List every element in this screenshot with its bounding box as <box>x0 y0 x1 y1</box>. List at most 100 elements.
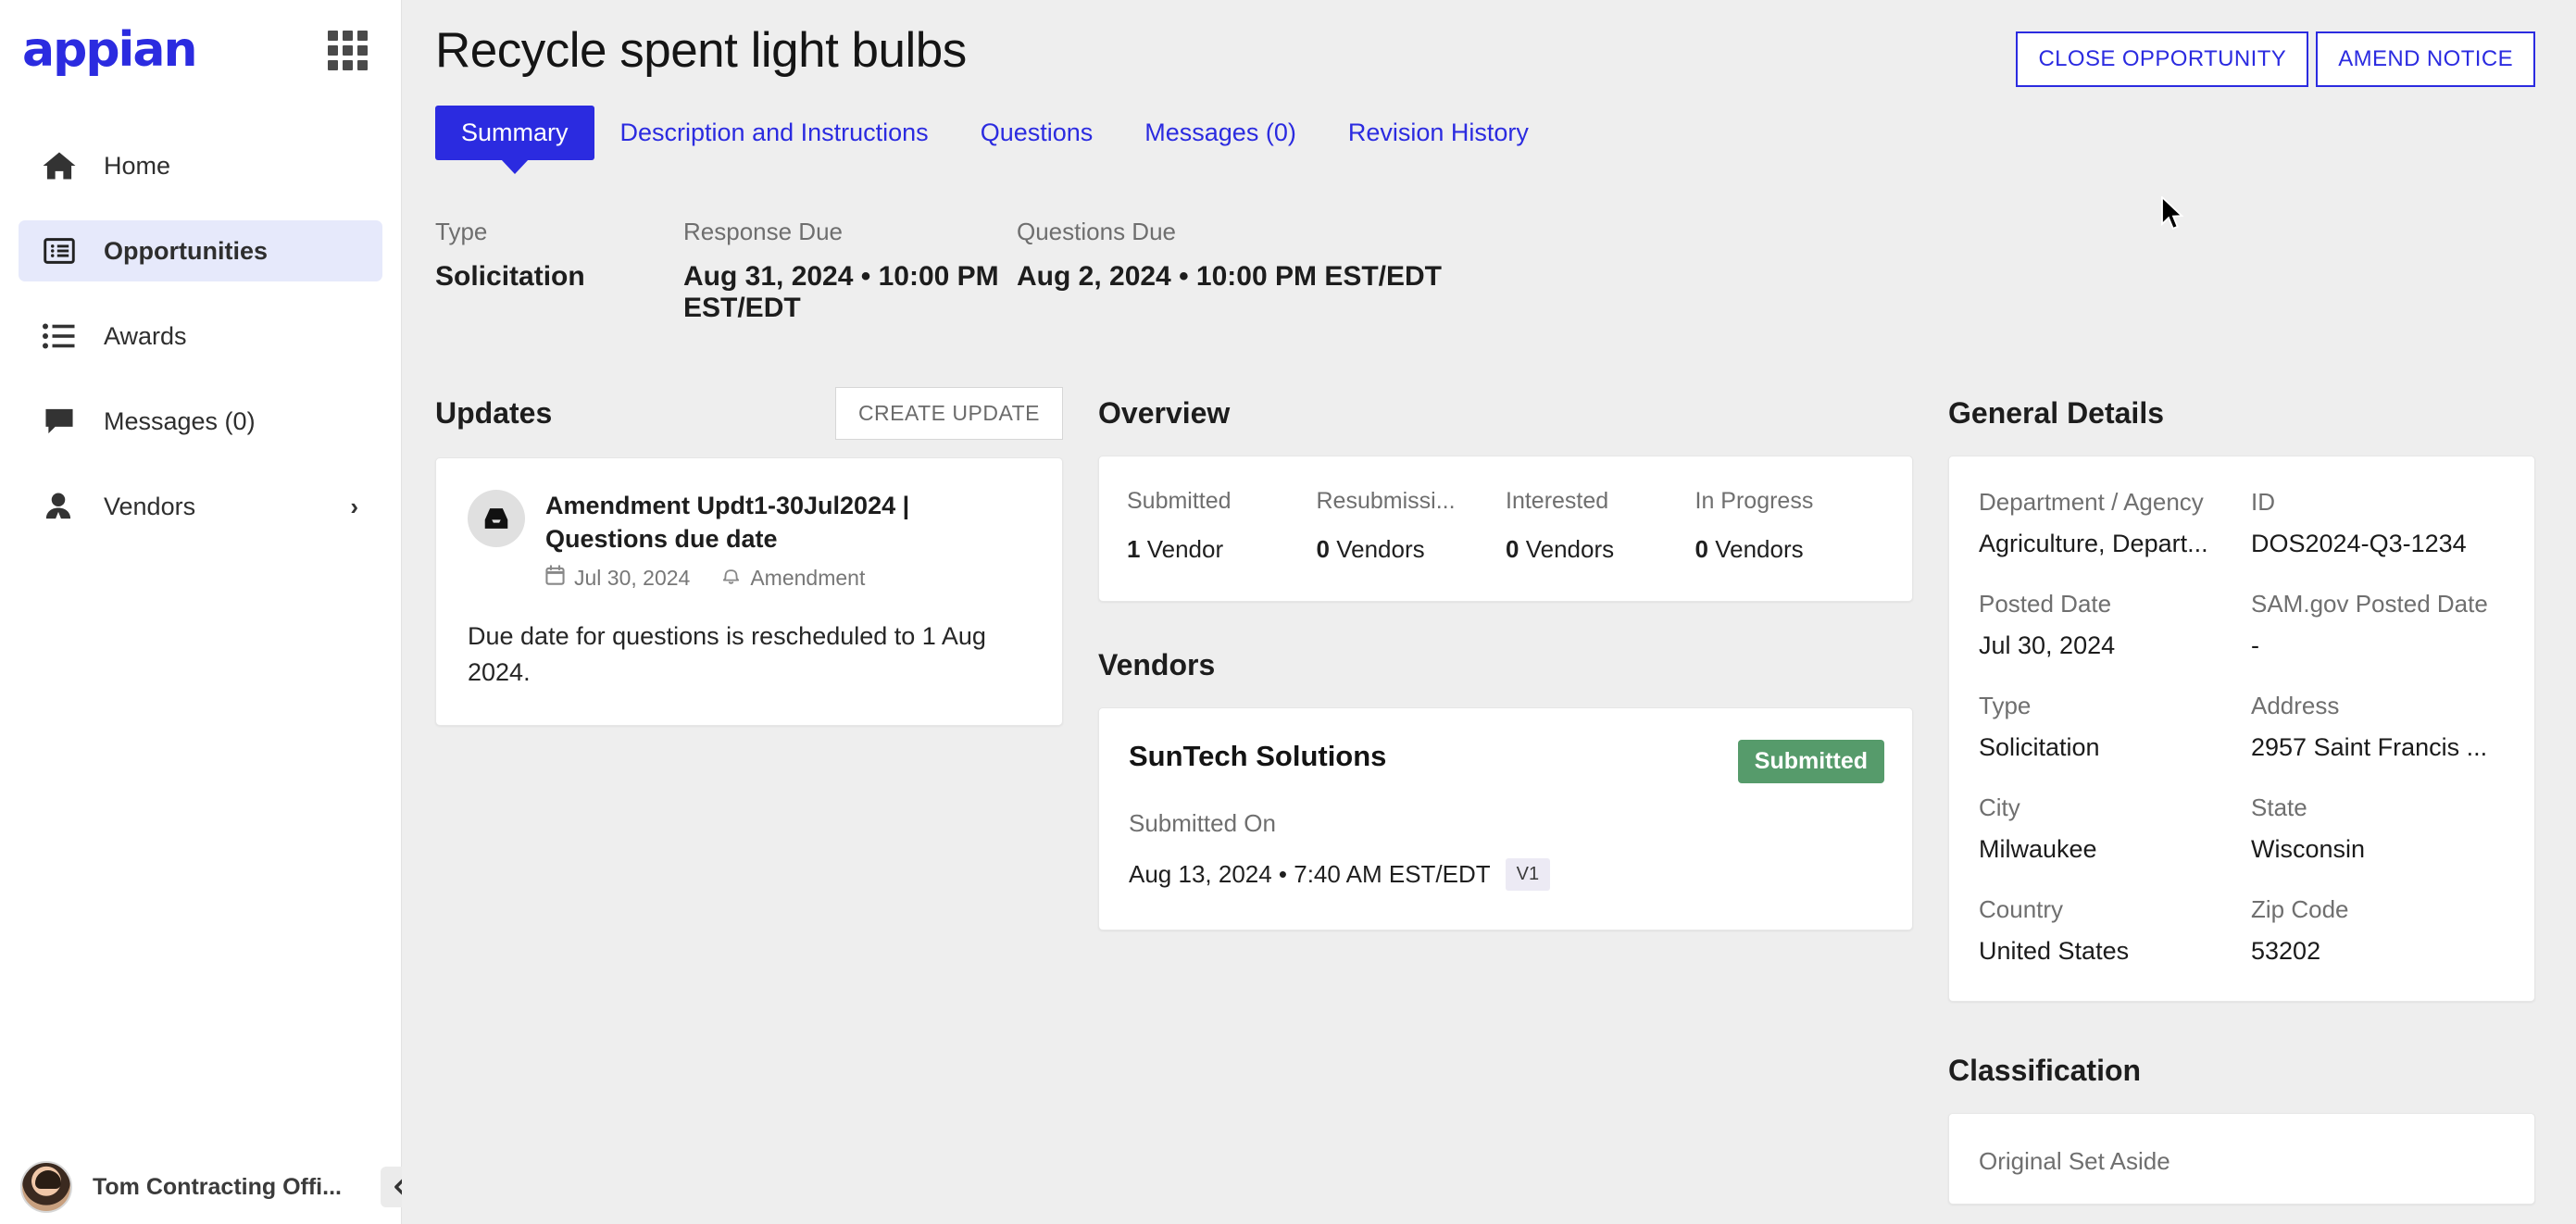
submitted-on-row: Aug 13, 2024 • 7:40 AM EST/EDT V1 <box>1129 858 1884 891</box>
field-value: - <box>2251 631 2259 659</box>
update-title: Amendment Updt1-30Jul2024 | Questions du… <box>545 492 910 553</box>
sidebar-nav: Home Opportunities Awards Messages (0) V… <box>0 135 401 537</box>
main-content: Recycle spent light bulbs CLOSE OPPORTUN… <box>402 0 2576 1224</box>
page-header: Recycle spent light bulbs CLOSE OPPORTUN… <box>435 0 2535 87</box>
overview-stat-value: 0 Vendors <box>1695 535 1874 564</box>
tab-messages[interactable]: Messages (0) <box>1119 106 1322 160</box>
home-icon <box>43 150 80 181</box>
update-card[interactable]: Amendment Updt1-30Jul2024 | Questions du… <box>435 457 1063 726</box>
general-details-grid: Department / Agency ID Agriculture, Depa… <box>1979 488 2507 966</box>
general-details-title: General Details <box>1948 395 2164 430</box>
updates-title: Updates <box>435 395 553 430</box>
update-meta: Jul 30, 2024 Amendment <box>545 565 1025 591</box>
overview-card: Submitted 1 Vendor Resubmissi... 0 Vendo… <box>1098 456 1913 602</box>
sidebar-header: appian <box>0 0 401 100</box>
summary-columns: Updates CREATE UPDATE Amendment Updt1-30… <box>435 386 2535 1205</box>
general-details-card: Department / Agency ID Agriculture, Depa… <box>1948 456 2535 1002</box>
bullet-list-icon <box>43 320 80 352</box>
overview-stat-label: Submitted <box>1127 488 1232 514</box>
create-update-button[interactable]: CREATE UPDATE <box>834 386 1063 440</box>
tab-questions[interactable]: Questions <box>955 106 1119 160</box>
meta-label: Type <box>435 218 488 245</box>
vendor-card-top: SunTech Solutions Submitted <box>1129 740 1884 783</box>
field-label: Posted Date <box>1979 590 2112 618</box>
update-type: Amendment <box>750 565 866 590</box>
field-label: Zip Code <box>2251 895 2349 923</box>
right-column: General Details Department / Agency ID A… <box>1913 387 2535 1205</box>
tab-description-and-instructions[interactable]: Description and Instructions <box>594 106 955 160</box>
overview-stat-count: 0 <box>1316 535 1330 563</box>
update-body: Due date for questions is rescheduled to… <box>468 622 986 686</box>
close-opportunity-button[interactable]: CLOSE OPPORTUNITY <box>2016 31 2309 87</box>
sidebar-item-label: Messages (0) <box>104 406 256 435</box>
avatar <box>20 1161 72 1213</box>
inbox-tray-icon <box>468 490 525 547</box>
user-tie-icon <box>43 491 80 522</box>
update-date: Jul 30, 2024 <box>574 565 691 590</box>
appian-logo[interactable]: appian <box>22 26 197 74</box>
updates-header: Updates CREATE UPDATE <box>435 386 1063 440</box>
field-label: Department / Agency <box>1979 488 2204 516</box>
overview-stat-value: 0 Vendors <box>1506 535 1684 564</box>
field-label: Type <box>1979 692 2032 719</box>
field-value: United States <box>1979 937 2130 965</box>
bell-icon <box>721 565 741 591</box>
sidebar-item-messages[interactable]: Messages (0) <box>19 391 382 452</box>
field-label: ID <box>2251 488 2275 516</box>
meta-questions-due: Questions Due Aug 2, 2024 • 10:00 PM EST… <box>1017 218 1442 324</box>
field-label: State <box>2251 793 2307 821</box>
amend-notice-button[interactable]: AMEND NOTICE <box>2316 31 2535 87</box>
overview-stat-unit: Vendors <box>1525 535 1615 563</box>
app-root: appian Home Opportunities Awards Message… <box>0 0 2576 1224</box>
overview-title: Overview <box>1098 395 1231 430</box>
vendors-title: Vendors <box>1098 647 1216 681</box>
overview-stat-value: 1 Vendor <box>1127 535 1306 564</box>
meta-type: Type Solicitation <box>435 218 683 324</box>
original-set-aside-label: Original Set Aside <box>1979 1147 2170 1175</box>
chat-bubble-icon <box>43 406 80 437</box>
field-label: SAM.gov Posted Date <box>2251 590 2488 618</box>
chevron-right-icon[interactable]: › <box>350 493 358 521</box>
tab-revision-history[interactable]: Revision History <box>1322 106 1555 160</box>
overview-stat-label: In Progress <box>1694 488 1814 514</box>
overview-stat: Resubmissi... 0 Vendors <box>1317 488 1507 564</box>
field-value: 2957 Saint Francis ... <box>2251 733 2488 761</box>
classification-header: Classification <box>1948 1044 2535 1096</box>
overview-stat-unit: Vendors <box>1715 535 1804 563</box>
field-value: Agriculture, Depart... <box>1979 530 2208 557</box>
field-label: Country <box>1979 895 2064 923</box>
submitted-on-label: Submitted On <box>1129 809 1276 837</box>
overview-stat: Submitted 1 Vendor <box>1127 488 1317 564</box>
overview-stat: In Progress 0 Vendors <box>1695 488 1885 564</box>
classification-title: Classification <box>1948 1053 2142 1087</box>
overview-stat: Interested 0 Vendors <box>1506 488 1695 564</box>
overview-stat-label: Resubmissi... <box>1316 488 1456 514</box>
overview-header: Overview <box>1098 387 1913 439</box>
list-box-icon <box>43 235 80 267</box>
sidebar-item-opportunities[interactable]: Opportunities <box>19 220 382 281</box>
sidebar-item-vendors[interactable]: Vendors › <box>19 476 382 537</box>
submitted-on-value: Aug 13, 2024 • 7:40 AM EST/EDT <box>1129 860 1491 888</box>
vendor-card[interactable]: SunTech Solutions Submitted Submitted On… <box>1098 707 1913 930</box>
overview-stats: Submitted 1 Vendor Resubmissi... 0 Vendo… <box>1127 488 1884 564</box>
meta-value: Solicitation <box>435 261 585 292</box>
field-label: City <box>1979 793 2020 821</box>
general-details-header: General Details <box>1948 387 2535 439</box>
overview-stat-label: Interested <box>1506 488 1609 514</box>
field-value: Jul 30, 2024 <box>1979 631 2116 659</box>
meta-response-due: Response Due Aug 31, 2024 • 10:00 PM EST… <box>683 218 1017 324</box>
apps-grid-icon[interactable] <box>328 30 368 70</box>
user-profile[interactable]: Tom Contracting Offi... <box>0 1150 401 1224</box>
sidebar-item-awards[interactable]: Awards <box>19 306 382 367</box>
overview-stat-count: 0 <box>1694 535 1708 563</box>
meta-label: Questions Due <box>1017 218 1176 245</box>
classification-card: Original Set Aside <box>1948 1113 2535 1205</box>
tab-bar: Summary Description and Instructions Que… <box>435 106 2535 160</box>
tab-summary[interactable]: Summary <box>435 106 594 160</box>
field-value: Milwaukee <box>1979 835 2097 863</box>
sidebar-item-home[interactable]: Home <box>19 135 382 196</box>
meta-value: Aug 31, 2024 • 10:00 PM EST/EDT <box>683 261 999 323</box>
summary-meta-row: Type Solicitation Response Due Aug 31, 2… <box>435 218 2535 324</box>
sidebar-item-label: Vendors <box>104 492 196 520</box>
sidebar-item-label: Opportunities <box>104 236 268 265</box>
